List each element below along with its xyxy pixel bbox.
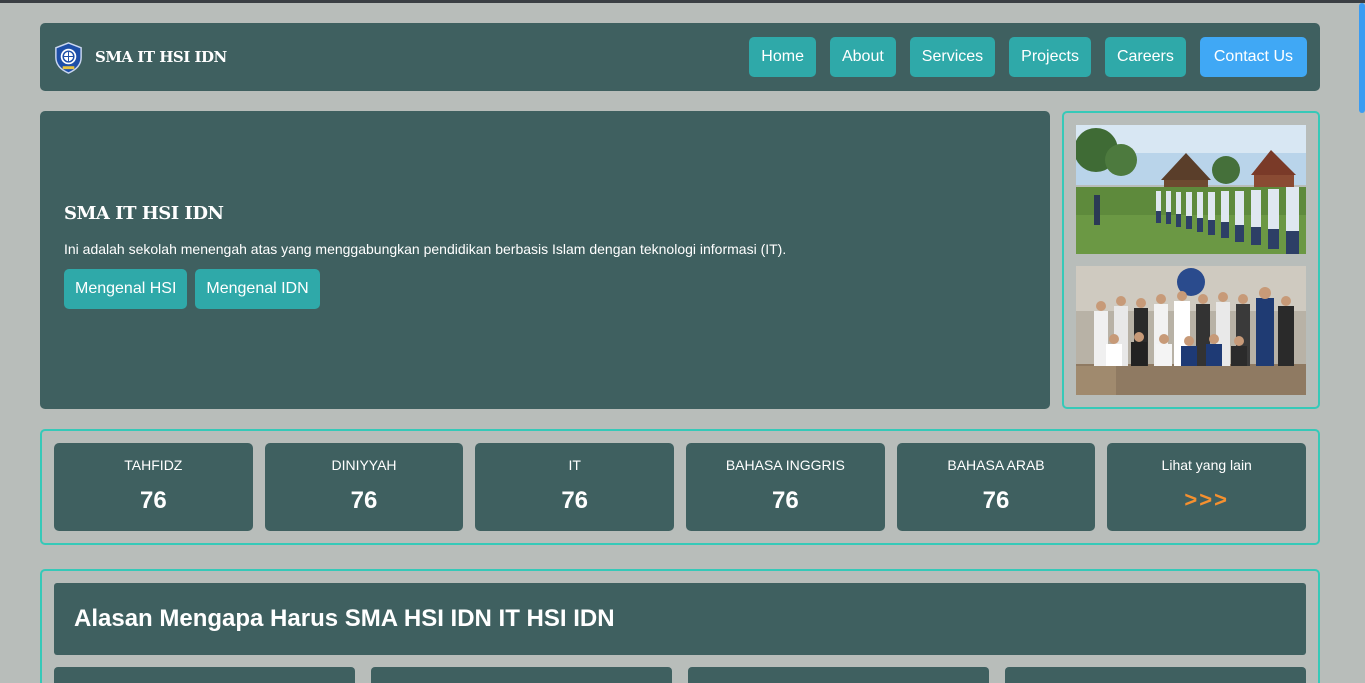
- reason-card: [371, 667, 672, 683]
- nav-projects-button[interactable]: Projects: [1009, 37, 1091, 77]
- stat-value: 76: [772, 487, 799, 514]
- stat-label: DINIYYAH: [331, 457, 397, 473]
- scrollbar-thumb[interactable]: [1359, 3, 1365, 113]
- nav-about-button[interactable]: About: [829, 37, 896, 77]
- stat-card-bahasa-inggris: BAHASA INGGRIS 76: [686, 443, 885, 531]
- brand-name: SMA IT HSI IDN: [95, 48, 227, 66]
- stat-card-bahasa-arab: BAHASA ARAB 76: [896, 443, 1096, 531]
- contact-us-button[interactable]: Contact Us: [1199, 37, 1307, 77]
- see-more-arrow-link[interactable]: >>>: [1184, 487, 1229, 513]
- page-scrollbar[interactable]: [1359, 3, 1365, 683]
- stat-card-diniyyah: DINIYYAH 76: [264, 443, 464, 531]
- hero-title: SMA IT HSI IDN: [64, 203, 224, 224]
- navbar: SMA IT HSI IDN Home About Services Proje…: [40, 23, 1320, 91]
- stat-card-it: IT 76: [475, 443, 675, 531]
- subject-stats: TAHFIDZ 76 DINIYYAH 76 IT 76 BAHASA INGG…: [40, 429, 1320, 545]
- students-assembly-photo: [1076, 125, 1306, 254]
- hero-row: SMA IT HSI IDN Ini adalah sekolah meneng…: [40, 111, 1320, 409]
- mengenal-hsi-button[interactable]: Mengenal HSI: [64, 269, 188, 309]
- school-shield-logo-icon: [55, 41, 82, 74]
- brand[interactable]: SMA IT HSI IDN: [52, 41, 227, 74]
- main-nav: Home About Services Projects Careers Con…: [749, 37, 1307, 77]
- reason-card: [688, 667, 989, 683]
- hero-panel: SMA IT HSI IDN Ini adalah sekolah meneng…: [40, 111, 1050, 409]
- stat-label: TAHFIDZ: [124, 457, 183, 473]
- mengenal-idn-button[interactable]: Mengenal IDN: [195, 269, 320, 309]
- stat-value: 76: [350, 487, 378, 514]
- hero-buttons: Mengenal HSI Mengenal IDN: [64, 269, 1026, 309]
- stat-value: 76: [139, 487, 167, 514]
- see-more-label: Lihat yang lain: [1161, 457, 1252, 473]
- reason-card: [1005, 667, 1306, 683]
- stat-card-see-more[interactable]: Lihat yang lain >>>: [1107, 443, 1307, 531]
- nav-careers-button[interactable]: Careers: [1104, 37, 1186, 77]
- nav-services-button[interactable]: Services: [909, 37, 996, 77]
- photo-gallery: [1062, 111, 1320, 409]
- stat-label: BAHASA INGGRIS: [725, 457, 845, 473]
- stat-label: IT: [568, 457, 581, 473]
- reasons-cards: [54, 667, 1306, 683]
- reasons-header: Alasan Mengapa Harus SMA HSI IDN IT HSI …: [54, 583, 1306, 655]
- stat-card-tahfidz: TAHFIDZ 76: [54, 443, 253, 531]
- stat-value: 76: [982, 487, 1010, 514]
- hero-description: Ini adalah sekolah menengah atas yang me…: [64, 241, 787, 257]
- page-container: SMA IT HSI IDN Home About Services Proje…: [40, 23, 1320, 683]
- reasons-section: Alasan Mengapa Harus SMA HSI IDN IT HSI …: [40, 569, 1320, 683]
- reasons-title: Alasan Mengapa Harus SMA HSI IDN IT HSI …: [74, 605, 615, 632]
- group-photo: [1076, 266, 1306, 395]
- stat-value: 76: [561, 487, 589, 514]
- reason-card: [54, 667, 355, 683]
- stat-label: BAHASA ARAB: [947, 457, 1045, 473]
- nav-home-button[interactable]: Home: [749, 37, 816, 77]
